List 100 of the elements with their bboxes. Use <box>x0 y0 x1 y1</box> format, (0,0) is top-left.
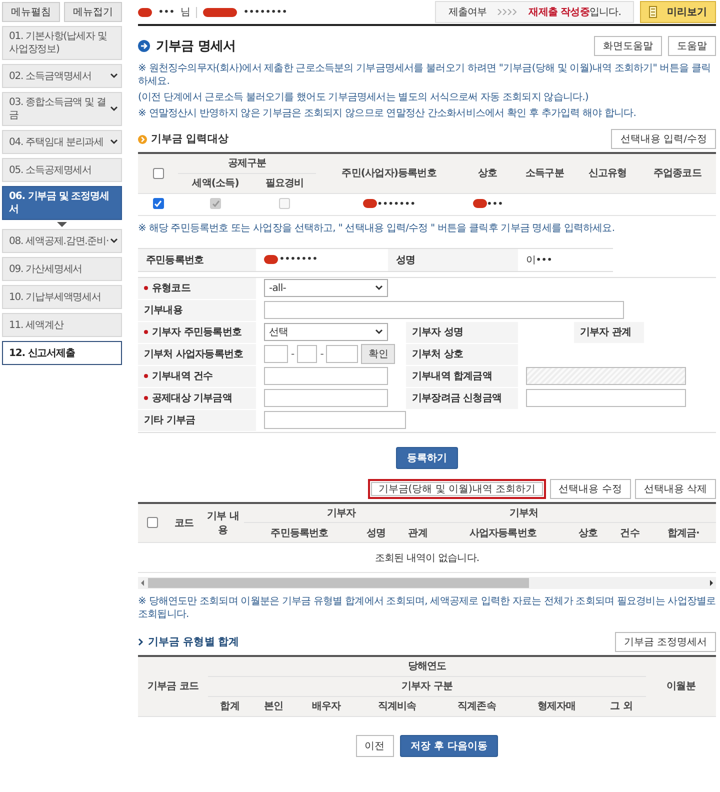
sidebar-item[interactable]: 08. 세액공제.감면.준비· <box>2 229 122 253</box>
text-field[interactable] <box>264 345 288 363</box>
column-header: 상호 <box>567 522 609 542</box>
dropdown[interactable]: 선택 <box>264 323 388 341</box>
text-field[interactable] <box>264 411 406 429</box>
field-label: 유형코드 <box>152 282 190 295</box>
register-button[interactable]: 등록하기 <box>396 446 458 468</box>
account-text: •••••••• <box>243 6 288 18</box>
help-button[interactable]: 도움말 <box>668 36 716 56</box>
menu-toggle-button[interactable]: 메뉴접기 <box>64 2 122 22</box>
adjustment-statement-button[interactable]: 기부금 조정명세서 <box>614 632 716 652</box>
action-button[interactable]: 선택내용 수정 <box>550 478 631 498</box>
info-note: ※ 해당 주민등록번호 또는 사업장을 선택하고, " 선택내용 입력/수정 " 버튼을 클릭후 기부금 명세를 입력하세요. <box>138 222 616 234</box>
column-header: 관계 <box>396 522 439 542</box>
text-field[interactable] <box>297 345 318 363</box>
sidebar-item[interactable]: 01. 기본사항(납세자 및 사업장정보) <box>2 26 122 60</box>
status-text: 재제출 작성중입니다. <box>528 6 621 19</box>
chevrons-right-icon <box>496 9 519 15</box>
field-label: 성명 <box>388 248 518 270</box>
checkbox[interactable] <box>152 198 164 210</box>
column-header: 직계비속 <box>357 696 437 716</box>
section-title: 기부금 유형별 합계 <box>148 635 240 649</box>
column-header: 건수 <box>608 522 651 542</box>
column-header: 기부금 코드 <box>138 656 208 716</box>
sidebar-item[interactable]: 05. 소득공제명세서 <box>2 158 122 182</box>
sidebar-item[interactable]: 04. 주택임대 분리과세 <box>2 130 122 154</box>
action-button[interactable]: 기부금(당해 및 이월)내역 조회하기 <box>368 478 546 498</box>
action-button[interactable]: 선택내용 삭제 <box>634 478 716 498</box>
text-field[interactable] <box>264 301 624 319</box>
field-label: 주민등록번호 <box>138 248 256 270</box>
field-label: 기부내용 <box>144 304 182 317</box>
dropdown[interactable]: -all- <box>264 279 388 297</box>
column-header: 기부자 <box>244 502 439 522</box>
chevron-down-icon <box>375 285 383 291</box>
column-header: 형제자매 <box>516 696 596 716</box>
column-header: 공제구분 <box>178 153 316 173</box>
help-button[interactable]: 화면도움말 <box>594 36 662 56</box>
column-header: 소득구분 <box>513 153 576 193</box>
column-header: 그 외 <box>596 696 646 716</box>
chevron-down-icon <box>110 139 118 145</box>
field-label: 기타 기부금 <box>144 414 196 427</box>
save-next-button[interactable]: 저장 후 다음이동 <box>400 734 498 756</box>
text-field[interactable] <box>264 389 388 407</box>
column-header: 성명 <box>355 522 397 542</box>
edit-selection-button[interactable]: 선택내용 입력/수정 <box>611 129 716 149</box>
column-header: 상호 <box>462 153 514 193</box>
sidebar-item[interactable]: 06. 기부금 및 조정명세서 <box>2 186 122 220</box>
field-value: 이••• <box>526 254 552 266</box>
column-header: 이월분 <box>646 656 716 716</box>
chevron-down-icon <box>110 238 118 244</box>
field-label: 기부내역 합계금액 <box>412 370 492 383</box>
sidebar-item[interactable]: 11. 세액계산 <box>2 313 122 337</box>
column-header: 기부 내용 <box>202 502 244 542</box>
sidebar-item[interactable]: 09. 가산세명세서 <box>2 257 122 281</box>
sidebar-item[interactable]: 03. 종합소득금액 및 결 금 <box>2 92 122 126</box>
horizontal-scrollbar[interactable] <box>138 577 716 589</box>
column-header: 주민(사업자)등록번호 <box>316 153 462 193</box>
column-header: 당해연도 <box>208 656 646 676</box>
checkbox[interactable] <box>146 517 158 528</box>
table-cell: ••• <box>486 198 503 210</box>
previous-button[interactable]: 이전 <box>356 734 394 756</box>
column-header: 주업종코드 <box>638 153 716 193</box>
column-header: 신고유형 <box>576 153 639 193</box>
chevron-down-icon <box>110 106 118 112</box>
chevron-down-icon <box>110 73 118 79</box>
arrow-right-circle-icon <box>138 40 150 52</box>
column-header: 기부자 구분 <box>208 676 646 696</box>
info-note: ※ 원천징수의무자(회사)에서 제출한 근로소득분의 기부금명세서를 불러오기 하려면 "기부금(당해 및 이월)내역 조회하기" 버튼을 클릭하세요. <box>138 62 712 88</box>
column-header: 본인 <box>252 696 296 716</box>
field-label: 기부자 관계 <box>580 326 632 339</box>
text-field[interactable] <box>326 345 358 363</box>
status-label: 제출여부 <box>448 6 487 19</box>
sidebar-item[interactable]: 10. 기납부세액명세서 <box>2 285 122 309</box>
column-header: 기부처 <box>438 502 609 522</box>
checkbox[interactable] <box>152 168 164 179</box>
preview-button[interactable]: 미리보기 <box>640 1 716 23</box>
sidebar-item[interactable]: 12. 신고서제출 <box>2 341 122 365</box>
arrow-right-circle-icon <box>138 134 147 144</box>
text-field[interactable] <box>526 389 686 407</box>
caret-down-icon <box>57 222 67 227</box>
sidebar-item[interactable]: 02. 소득금액명세서 <box>2 64 122 88</box>
chevron-right-icon <box>138 638 144 646</box>
confirm-button[interactable]: 확인 <box>361 344 396 364</box>
column-header: 사업자등록번호 <box>438 522 568 542</box>
field-label: 기부처 사업자등록번호 <box>144 348 244 361</box>
page-title: 기부금 명세서 <box>156 38 237 55</box>
empty-message: 조회된 내역이 없습니다. <box>374 552 480 564</box>
section-title: 기부금 입력대상 <box>151 132 230 146</box>
field-label: 공제대상 기부금액 <box>152 392 232 405</box>
document-icon <box>649 6 657 18</box>
scrollbar-thumb[interactable] <box>148 578 530 588</box>
readonly-field[interactable] <box>526 367 686 385</box>
column-header: 주민등록번호 <box>244 522 356 542</box>
column-header: 합계 <box>208 696 252 716</box>
field-label: 기부자 성명 <box>412 326 464 339</box>
text-field[interactable] <box>264 367 388 385</box>
field-label: 기부처 상호 <box>412 348 464 361</box>
menu-toggle-button[interactable]: 메뉴펼침 <box>2 2 60 22</box>
user-name: ••• <box>158 6 174 18</box>
info-note: ※ 연말정산시 반영하지 않은 기부금은 조회되지 않으므로 연말정산 간소화서비스에서 확인 후 추가입력 해야 합니다. <box>138 107 638 120</box>
